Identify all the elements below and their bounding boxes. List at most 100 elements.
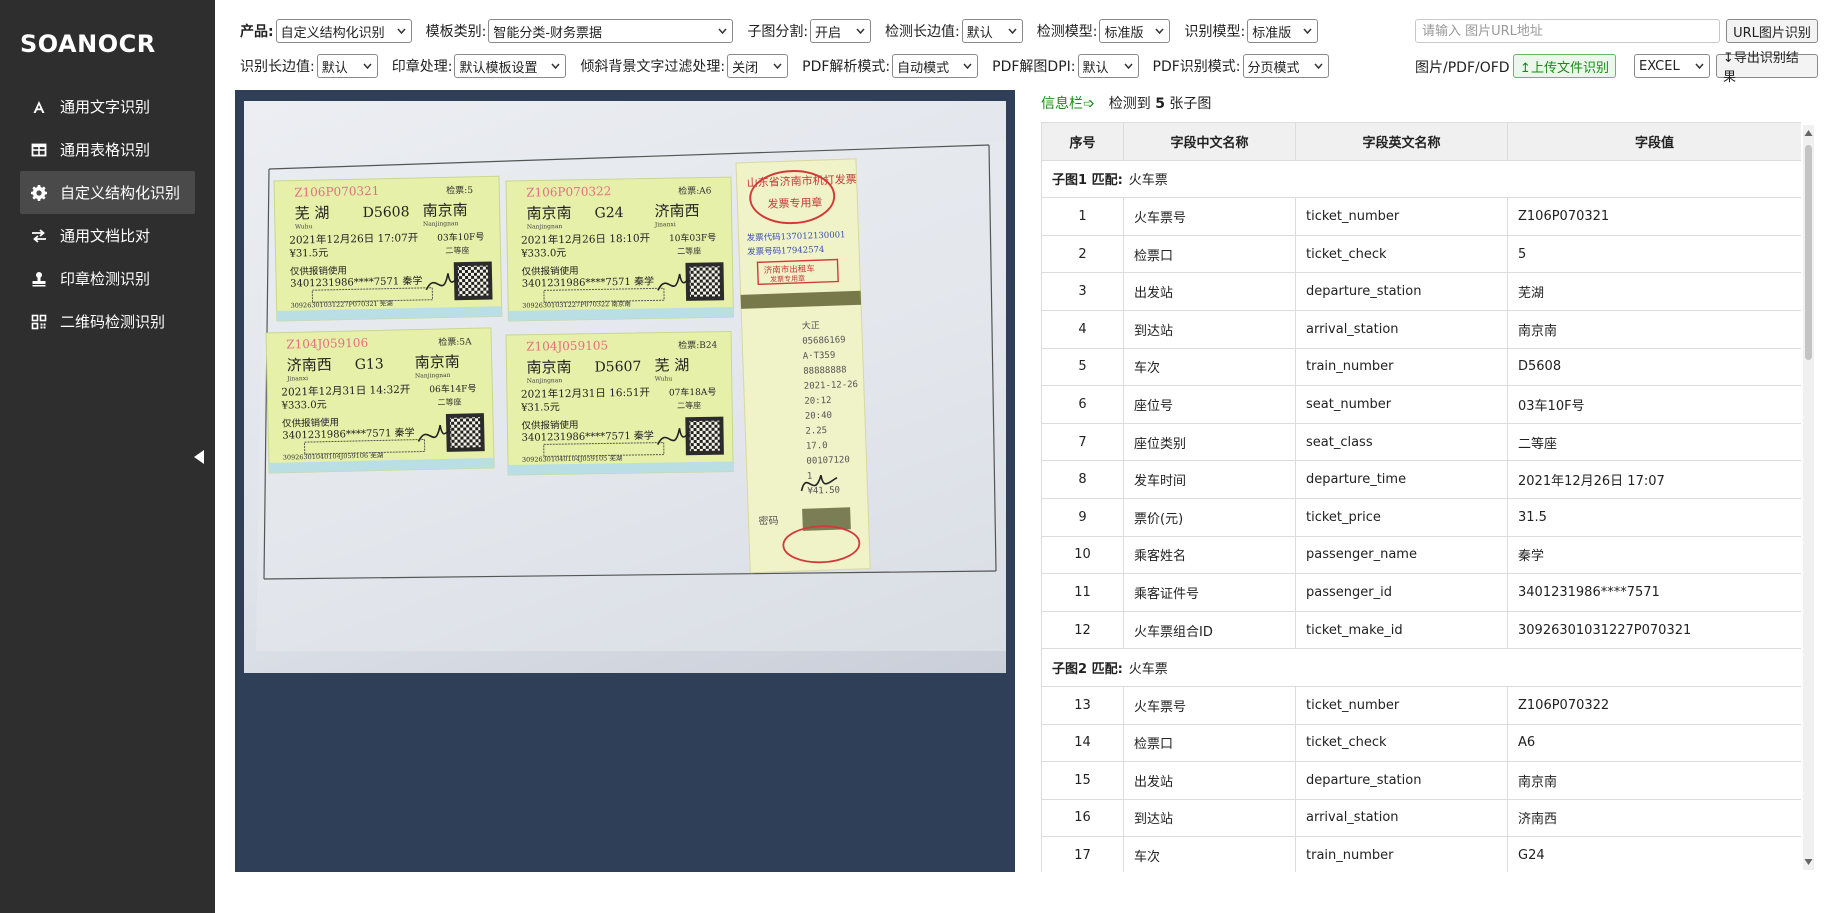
table-row[interactable]: 7 座位类别 seat_class 二等座 xyxy=(1041,422,1801,462)
swap-arrows-icon xyxy=(30,227,48,245)
export-format-select[interactable]: EXCEL xyxy=(1634,54,1710,78)
split-select[interactable]: 开启 xyxy=(810,19,872,43)
table-row[interactable]: 1 火车票号 ticket_number Z106P070321 xyxy=(1041,197,1801,236)
ticket-seat: 06车14F号 xyxy=(429,382,476,395)
ticket-check: 检票:5A xyxy=(438,335,472,348)
upload-file-button[interactable]: ↥上传文件识别 xyxy=(1513,54,1616,78)
cell-index: 7 xyxy=(1041,422,1124,462)
cell-field-value: Z106P070322 xyxy=(1507,685,1801,725)
recog-model-label: 识别模型: xyxy=(1184,24,1246,40)
pdf-dpi-select[interactable]: 默认 xyxy=(1077,54,1139,78)
receipt-line: 20:40 xyxy=(805,411,832,422)
chevron-down-icon xyxy=(718,28,727,35)
table-row[interactable]: 14 检票口 ticket_check A6 xyxy=(1041,723,1801,763)
detect-margin-select[interactable]: 默认 xyxy=(961,19,1023,43)
qr-code-icon xyxy=(30,313,48,331)
detect-model-select-value: 标准版 xyxy=(1104,25,1144,41)
sidebar-nav: 通用文字识别 通用表格识别 自定义结构化识别 通用文档比对 印章检测识别 二维码… xyxy=(0,85,215,343)
toolbar-row-2: 识别长边值: 默认 印章处理: 默认模板设置 倾斜背景文字过滤处理: 关闭 PD… xyxy=(240,53,1343,79)
recog-margin-label: 识别长边值: xyxy=(240,59,315,75)
tilt-select[interactable]: 关闭 xyxy=(727,54,789,78)
receipt-line: 2021-12-26 xyxy=(804,380,859,392)
cell-field-cn: 乘客证件号 xyxy=(1123,573,1296,612)
cell-field-en: passenger_id xyxy=(1295,573,1508,612)
table-row[interactable]: 9 票价(元) ticket_price 31.5 xyxy=(1041,497,1801,537)
ticket-from-pinyin: Jinanxi xyxy=(286,375,308,382)
detect-margin-select-value: 默认 xyxy=(966,25,993,41)
export-result-button[interactable]: ↧导出识别结果 xyxy=(1716,51,1818,85)
image-url-input[interactable] xyxy=(1415,19,1720,43)
scroll-up-icon[interactable] xyxy=(1804,129,1813,137)
pdf-recog-select[interactable]: 分页模式 xyxy=(1242,54,1329,78)
recog-model-select[interactable]: 标准版 xyxy=(1247,19,1319,43)
ticket-class: 二等座 xyxy=(437,397,461,408)
detect-model-select[interactable]: 标准版 xyxy=(1099,19,1171,43)
sidebar-item-custom-structured[interactable]: 自定义结构化识别 xyxy=(20,171,195,214)
seal-select[interactable]: 默认模板设置 xyxy=(454,54,567,78)
cell-field-value: 3401231986****7571 xyxy=(1507,573,1801,612)
ticket-from: 南京南 xyxy=(526,358,571,377)
url-recognize-button[interactable]: URL图片识别 xyxy=(1726,19,1818,43)
photo-drawing: Z106P070321 检票:5芜 湖WuhuD5608 南京南Nanjingnan… xyxy=(256,141,1006,651)
collapse-left-icon[interactable] xyxy=(192,448,206,466)
table-row[interactable]: 12 火车票组合ID ticket_make_id 30926301031227P07… xyxy=(1041,610,1801,650)
cell-index: 16 xyxy=(1041,798,1124,838)
header-field-value: 字段值 xyxy=(1507,122,1801,161)
cell-field-cn: 发车时间 xyxy=(1123,460,1296,499)
cell-field-value: Z106P070321 xyxy=(1507,197,1801,236)
scroll-down-icon[interactable] xyxy=(1804,858,1813,866)
table-header-row: 序号 字段中文名称 字段英文名称 字段值 xyxy=(1041,122,1801,161)
pdf-mode-select[interactable]: 自动模式 xyxy=(892,54,979,78)
table-scrollbar[interactable] xyxy=(1803,125,1814,870)
table-row[interactable]: 10 乘客姓名 passenger_name 秦学 xyxy=(1041,535,1801,575)
brand-logo: SOANOCR xyxy=(20,30,156,58)
cell-field-cn: 票价(元) xyxy=(1123,497,1296,537)
sidebar-item-label: 通用表格识别 xyxy=(60,141,151,159)
cell-field-en: ticket_check xyxy=(1295,723,1508,763)
group-row: 子图1 匹配: 火车票 xyxy=(1041,159,1801,199)
scroll-thumb[interactable] xyxy=(1805,145,1812,360)
detect-count: 检测到 5 张子图 xyxy=(1109,93,1212,113)
product-select[interactable]: 自定义结构化识别 xyxy=(275,19,412,43)
ticket-seat: 07车18A号 xyxy=(669,386,717,399)
table-row[interactable]: 16 到达站 arrival_station 济南西 xyxy=(1041,798,1801,838)
product-select-value: 自定义结构化识别 xyxy=(280,25,385,41)
table-row[interactable]: 17 车次 train_number G24 xyxy=(1041,836,1801,872)
train-ticket: Z106P070322 检票:A6 南京南Nanjingnan G24 济南西Jinan… xyxy=(505,176,734,322)
qr-code-pattern xyxy=(689,266,721,297)
cell-field-en: train_number xyxy=(1295,347,1508,387)
sidebar-item-qrcode[interactable]: 二维码检测识别 xyxy=(0,300,215,343)
table-row[interactable]: 15 出发站 departure_station 南京南 xyxy=(1041,761,1801,800)
table-row[interactable]: 2 检票口 ticket_check 5 xyxy=(1041,234,1801,274)
ticket-date: 2021年12月31日 16:51开 xyxy=(521,386,650,401)
cell-field-value: 30926301031227P070321 xyxy=(1507,610,1801,650)
cell-field-value: 芜湖 xyxy=(1507,272,1801,311)
cell-field-en: departure_station xyxy=(1295,761,1508,800)
table-row[interactable]: 4 到达站 arrival_station 南京南 xyxy=(1041,309,1801,349)
table-row[interactable]: 3 出发站 departure_station 芜湖 xyxy=(1041,272,1801,311)
receipt-line: 20:12 xyxy=(804,396,831,407)
export-format-value: EXCEL xyxy=(1639,58,1680,74)
header-index: 序号 xyxy=(1041,122,1124,161)
table-row[interactable]: 6 座位号 seat_number 03车10F号 xyxy=(1041,385,1801,424)
info-tag: 信息栏➩ xyxy=(1041,96,1095,112)
ticket-date: 2021年12月26日 17:07开 xyxy=(289,231,418,247)
cell-index: 17 xyxy=(1041,836,1124,872)
sidebar-item-table[interactable]: 通用表格识别 xyxy=(0,128,215,171)
sidebar-item-doc-compare[interactable]: 通用文档比对 xyxy=(0,214,215,257)
ticket-class: 二等座 xyxy=(445,245,469,256)
results-table-container[interactable]: 序号 字段中文名称 字段英文名称 字段值 子图1 匹配: 火车票 1 火车票号 tick… xyxy=(1041,122,1801,872)
cell-index: 10 xyxy=(1041,535,1124,575)
recog-margin-select[interactable]: 默认 xyxy=(316,54,378,78)
table-row[interactable]: 11 乘客证件号 passenger_id 3401231986****7571 xyxy=(1041,573,1801,612)
template-select[interactable]: 智能分类-财务票据 xyxy=(488,19,734,43)
ticket-from-pinyin: Nanjingnan xyxy=(527,377,563,385)
file-type-label: 图片/PDF/OFD xyxy=(1415,60,1510,76)
sidebar-item-seal[interactable]: 印章检测识别 xyxy=(0,257,215,300)
ticket-seat: 10车03F号 xyxy=(669,231,716,244)
table-row[interactable]: 8 发车时间 departure_time 2021年12月26日 17:07 xyxy=(1041,460,1801,499)
table-row[interactable]: 5 车次 train_number D5608 xyxy=(1041,347,1801,387)
table-row[interactable]: 13 火车票号 ticket_number Z106P070322 xyxy=(1041,685,1801,725)
taxi-receipt: 山东省济南市机打发票发票专用章发票代码137012130001发票号码17942… xyxy=(735,158,871,574)
sidebar-item-general-text[interactable]: 通用文字识别 xyxy=(0,85,215,128)
